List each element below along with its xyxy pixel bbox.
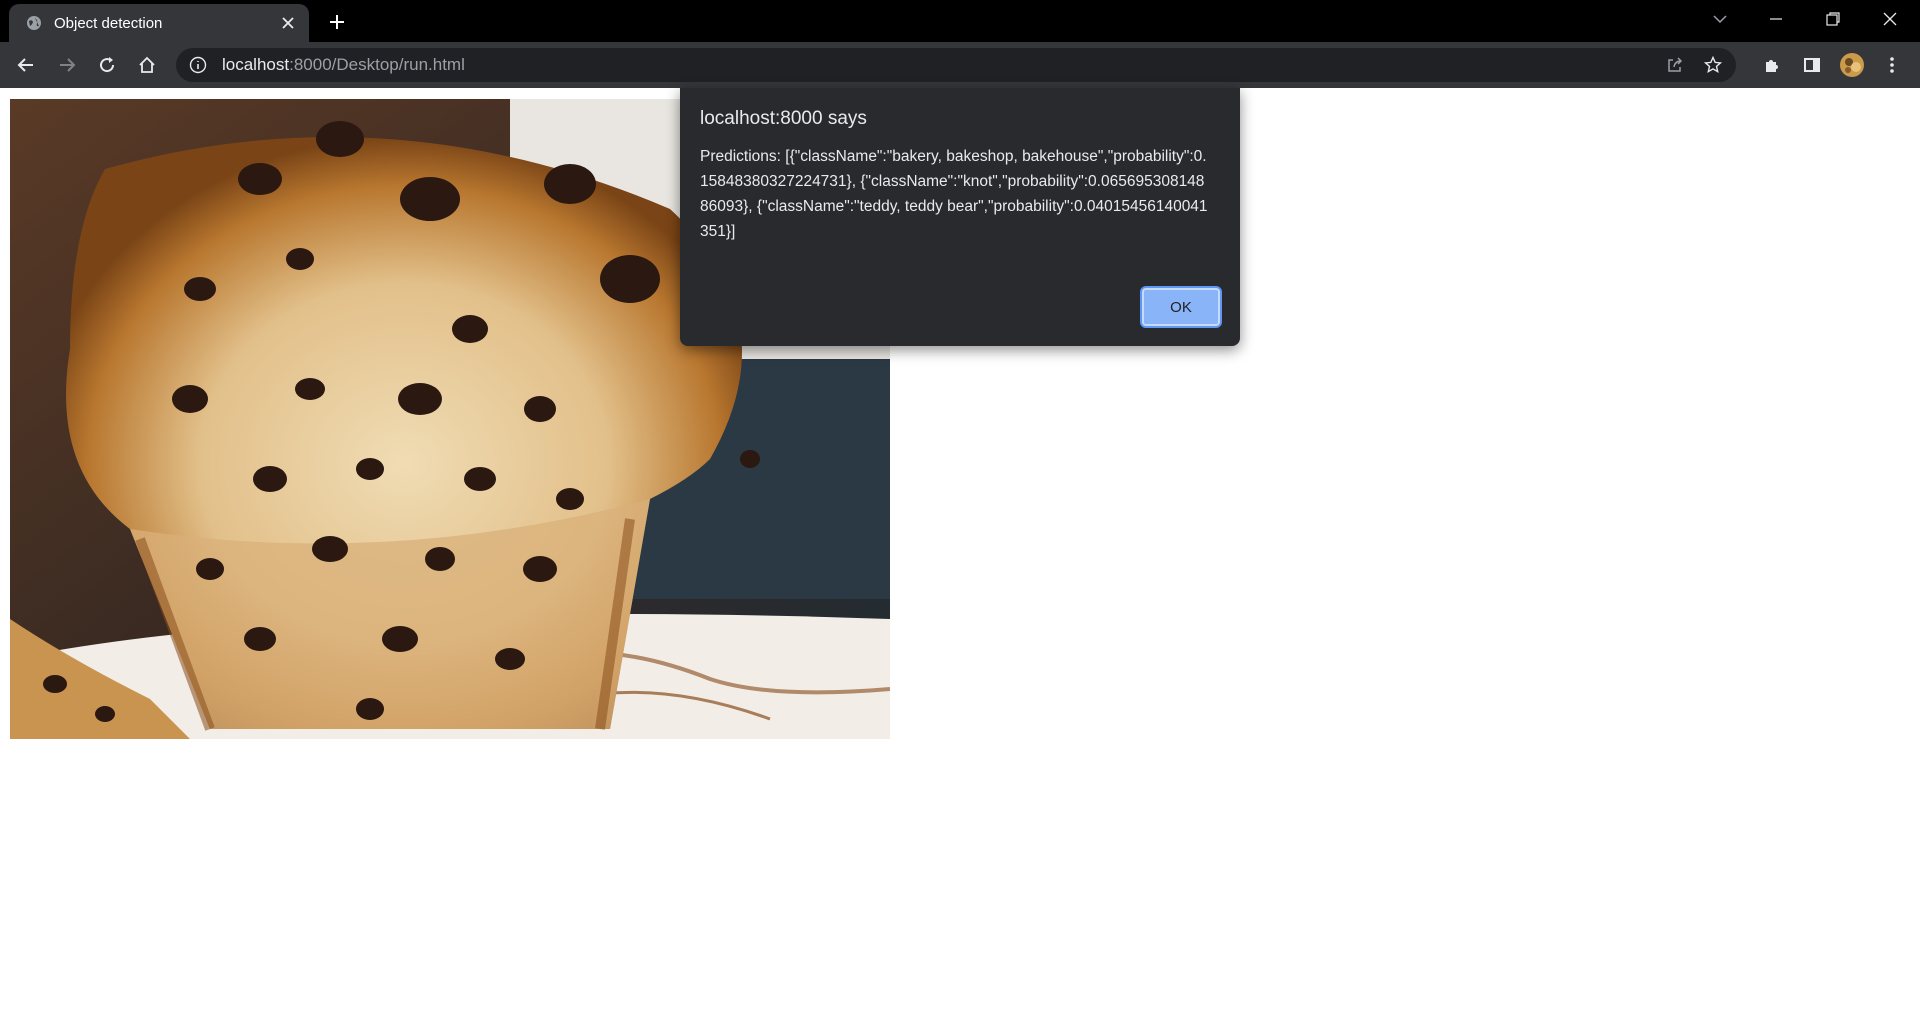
- url-text: localhost:8000/Desktop/run.html: [222, 55, 1660, 75]
- forward-button[interactable]: [51, 49, 83, 81]
- window-close-button[interactable]: [1862, 0, 1918, 38]
- reload-button[interactable]: [91, 49, 123, 81]
- avatar[interactable]: [1836, 49, 1868, 81]
- info-icon[interactable]: [188, 55, 208, 75]
- new-tab-button[interactable]: [325, 10, 349, 34]
- tab-search-button[interactable]: [1692, 0, 1748, 38]
- ok-button[interactable]: OK: [1142, 288, 1220, 326]
- browser-frame: Object detection localhost:8000/Desktop/…: [0, 0, 1920, 88]
- restore-button[interactable]: [1805, 0, 1861, 38]
- dialog-title: localhost:8000 says: [700, 108, 867, 129]
- address-bar[interactable]: localhost:8000/Desktop/run.html: [176, 48, 1736, 82]
- menu-icon[interactable]: [1876, 49, 1908, 81]
- minimize-button[interactable]: [1748, 0, 1804, 38]
- home-button[interactable]: [131, 49, 163, 81]
- dialog-message: Predictions: [{"className":"bakery, bake…: [700, 148, 1208, 240]
- share-icon[interactable]: [1660, 50, 1690, 80]
- back-button[interactable]: [10, 49, 42, 81]
- close-icon[interactable]: [277, 12, 299, 34]
- globe-icon: [26, 15, 42, 31]
- tab-title: Object detection: [54, 14, 163, 32]
- side-panel-icon[interactable]: [1796, 49, 1828, 81]
- tab-strip: Object detection: [0, 0, 1920, 42]
- alert-dialog: localhost:8000 says Predictions: [{"clas…: [680, 88, 1240, 346]
- url-host: localhost: [222, 55, 290, 74]
- tab-object-detection[interactable]: Object detection: [9, 4, 309, 42]
- extensions-icon[interactable]: [1756, 49, 1788, 81]
- browser-toolbar: localhost:8000/Desktop/run.html: [0, 42, 1920, 88]
- bookmark-star-icon[interactable]: [1698, 50, 1728, 80]
- url-path: :8000/Desktop/run.html: [289, 55, 465, 74]
